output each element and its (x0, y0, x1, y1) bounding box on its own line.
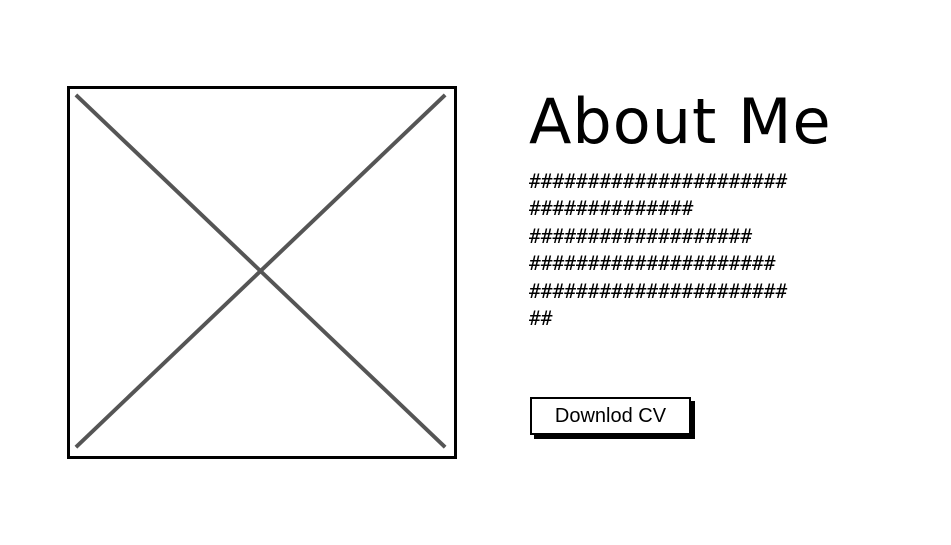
body-text-line: ##################### (529, 252, 776, 276)
body-text-line: ############## (529, 197, 694, 221)
body-text-line: ## (529, 307, 553, 331)
image-placeholder-icon (67, 86, 457, 459)
page-title: About Me (529, 85, 832, 158)
about-body-text: ###################### ############## ##… (529, 168, 869, 332)
download-cv-button[interactable]: Downlod CV (530, 397, 691, 435)
body-text-line: ###################### (529, 170, 788, 193)
image-placeholder-cross (74, 93, 447, 449)
body-text-line: ################### (529, 224, 753, 248)
body-text-line: ###################### (529, 279, 788, 303)
